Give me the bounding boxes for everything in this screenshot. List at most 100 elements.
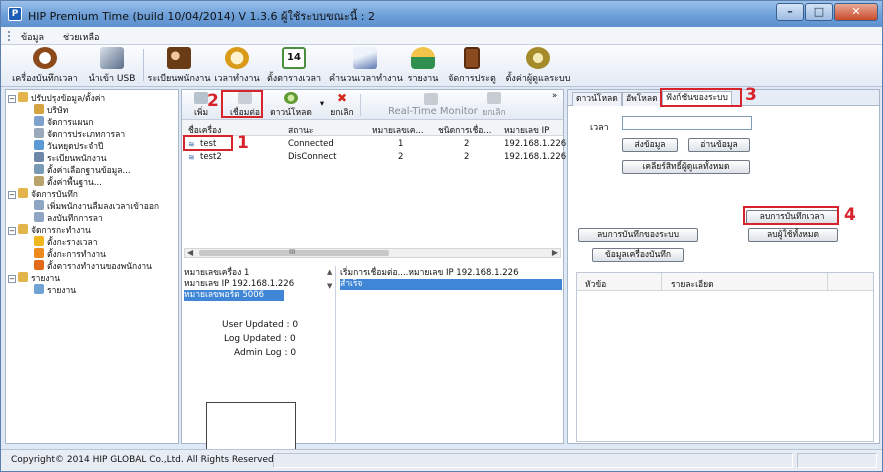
menu-bar: ข้อมูล ช่วยเหลือ <box>1 27 882 45</box>
toolbar-overflow-button[interactable]: » <box>552 91 557 101</box>
info-device-number: หมายเลขเครื่อง 1 <box>184 268 250 278</box>
navigation-tree: − ปรับปรุงข้อมูล/ตั้งค่า บริษัท จัดการแผน… <box>5 89 179 444</box>
download-label: ดาวน์โหลด <box>270 108 312 118</box>
tab-download[interactable]: ดาวน์โหลด <box>572 92 622 106</box>
scroll-left-icon[interactable]: ◀ <box>187 248 193 257</box>
report-icon <box>411 47 435 69</box>
toolbar-door-button[interactable]: จัดการประตู <box>445 47 499 85</box>
download-button[interactable]: ดาวน์โหลด <box>268 92 314 119</box>
leave-type-icon <box>34 128 44 138</box>
tree-item-add-record[interactable]: เพิ่มพนักงานลืมลงเวลาเข้าออก <box>34 200 159 212</box>
employee-icon <box>34 152 44 162</box>
toolbar-employee-records-button[interactable]: ระเบียนพนักงาน <box>147 47 211 85</box>
collapse-toggle[interactable]: − <box>8 191 16 199</box>
toolbar-label: รายงาน <box>407 74 439 84</box>
column-connection-type[interactable]: ชนิดการเชื่อ... <box>438 123 491 137</box>
toolbar-admin-settings-button[interactable]: ตั้งค่าผู้ดูแลระบบ <box>503 47 573 85</box>
tree-item-shift-schedule[interactable]: ตั้งกะรางเวลา <box>34 236 98 248</box>
collapse-toggle[interactable]: − <box>8 275 16 283</box>
toolbar-label: ตั้งค่าผู้ดูแลระบบ <box>505 74 571 84</box>
device-ip: 192.168.1.226 <box>504 152 567 162</box>
door-icon <box>464 47 480 69</box>
toolbar-schedule-button[interactable]: 14 ตั้งตารางเวลา <box>265 47 323 85</box>
tree-node-settings[interactable]: − ปรับปรุงข้อมูล/ตั้งค่า <box>8 92 105 104</box>
cancel-button[interactable]: ✖ ยกเลิก <box>328 92 356 119</box>
device-number: 2 <box>398 152 404 162</box>
toolbar-report-button[interactable]: รายงาน <box>405 47 441 85</box>
tree-label: ตั้งค่าพื้นฐาน... <box>47 178 102 188</box>
tree-item-report[interactable]: รายงาน <box>34 284 76 296</box>
column-detail[interactable]: รายละเอียด <box>671 277 714 291</box>
column-separator <box>661 273 662 291</box>
toolbar-time-recorder-button[interactable]: เครื่องบันทึกเวลา <box>9 47 81 85</box>
collapse-toggle[interactable]: − <box>8 95 16 103</box>
leave-record-icon <box>34 212 44 222</box>
device-table-hscroll[interactable]: ◀ III ▶ <box>184 248 561 258</box>
scroll-right-icon[interactable]: ▶ <box>552 248 558 257</box>
toolbar-work-time-button[interactable]: เวลาทำงาน <box>213 47 261 85</box>
tree-node-reports[interactable]: − รายงาน <box>8 272 60 284</box>
annotation-box-delete-time <box>743 206 839 225</box>
tree-node-records[interactable]: − จัดการบันทึก <box>8 188 78 200</box>
toolbar-label: เครื่องบันทึกเวลา <box>12 74 78 84</box>
collapse-toggle[interactable]: − <box>8 227 16 235</box>
tree-item-company[interactable]: บริษัท <box>34 104 68 116</box>
annotation-box-system-tab <box>660 88 742 107</box>
tree-label: รายงาน <box>47 286 77 296</box>
device-row-test2[interactable]: ≋ test2 DisConnect 2 2 192.168.1.226 <box>182 152 567 164</box>
column-topic[interactable]: หัวข้อ <box>585 277 606 291</box>
delete-all-users-button[interactable]: ลบผู้ใช้ทั้งหมด <box>748 228 838 242</box>
menu-data[interactable]: ข้อมูล <box>21 30 44 44</box>
toolbar-label: นำเข้า USB <box>88 74 136 84</box>
usb-icon <box>100 47 124 69</box>
tree-item-basic-settings[interactable]: ตั้งค่าพื้นฐาน... <box>34 176 102 188</box>
tree-item-shift-work[interactable]: ตั้งกะการทำงาน <box>34 248 106 260</box>
basic-settings-icon <box>34 176 44 186</box>
delete-system-records-button[interactable]: ลบการบันทึกของระบบ <box>578 228 698 242</box>
scroll-up-icon[interactable]: ▲ <box>327 268 335 276</box>
toolbar-label: ระเบียนพนักงาน <box>147 74 211 84</box>
toolbar-usb-import-button[interactable]: นำเข้า USB <box>85 47 139 85</box>
tree-item-employee-schedule[interactable]: ตั้งตารางทำงานของพนักงาน <box>34 260 152 272</box>
disconnect-button[interactable]: ยกเลิก <box>478 92 510 119</box>
department-icon <box>34 116 44 126</box>
scroll-down-icon[interactable]: ▼ <box>327 282 335 290</box>
realtime-monitor-button[interactable]: Real-Time Monitor <box>388 93 478 117</box>
column-ip[interactable]: หมายเลข IP <box>504 123 549 137</box>
tab-upload[interactable]: อัพโหลด <box>622 92 662 106</box>
close-button[interactable]: ✕ <box>834 3 878 21</box>
time-input[interactable] <box>622 116 752 130</box>
log-line-selected[interactable]: สำเร็จ <box>340 279 562 290</box>
tree-item-leave-type[interactable]: จัดการประเภทการลา <box>34 128 125 140</box>
tree-label: วันหยุดประจำปี <box>47 142 104 152</box>
tree-label: เพิ่มพนักงานลืมลงเวลาเข้าออก <box>47 202 160 212</box>
device-connection-type: 2 <box>464 152 470 162</box>
tree-item-department[interactable]: จัดการแผนก <box>34 116 93 128</box>
tree-item-holiday[interactable]: วันหยุดประจำปี <box>34 140 103 152</box>
toolbar-calculate-button[interactable]: คำนวนเวลาทำงาน <box>329 47 403 85</box>
shift-2-icon <box>34 248 44 258</box>
company-icon <box>34 104 44 114</box>
folder-icon <box>18 92 28 102</box>
clear-admin-rights-button[interactable]: เคลียร์สิทธิ์ผู้ดูแลทั้งหมด <box>622 160 750 174</box>
connection-log: เริ่มการเชื่อมต่อ....หมายเลข IP 192.168.… <box>340 266 563 442</box>
tree-node-shifts[interactable]: − จัดการกะทำงาน <box>8 224 91 236</box>
status-bar: Copyright© 2014 HIP GLOBAL Co.,Ltd. All … <box>1 449 882 471</box>
tree-item-leave-record[interactable]: ลงบันทึกการลา <box>34 212 103 224</box>
send-data-button[interactable]: ส่งข้อมูล <box>622 138 678 152</box>
read-data-button[interactable]: อ่านข้อมูล <box>688 138 750 152</box>
device-name: test2 <box>200 152 222 162</box>
log-line: เริ่มการเชื่อมต่อ....หมายเลข IP 192.168.… <box>340 268 519 278</box>
maximize-button[interactable]: □ <box>805 3 833 21</box>
info-vscroll[interactable]: ▲ ▼ <box>327 268 335 298</box>
column-status[interactable]: สถานะ <box>288 123 313 137</box>
status-cell <box>797 453 877 468</box>
tree-item-database[interactable]: ตั้งค่าเลือกฐานข้อมูล... <box>34 164 131 176</box>
menu-help[interactable]: ช่วยเหลือ <box>63 30 99 44</box>
column-device-number[interactable]: หมายเลขเค... <box>372 123 424 137</box>
tree-item-employee[interactable]: ระเบียนพนักงาน <box>34 152 107 164</box>
download-dropdown[interactable]: ▾ <box>318 99 326 109</box>
minimize-button[interactable]: – <box>776 3 804 21</box>
device-info-button[interactable]: ข้อมูลเครื่องบันทึก <box>592 248 684 262</box>
disconnect-label: ยกเลิก <box>482 108 506 118</box>
